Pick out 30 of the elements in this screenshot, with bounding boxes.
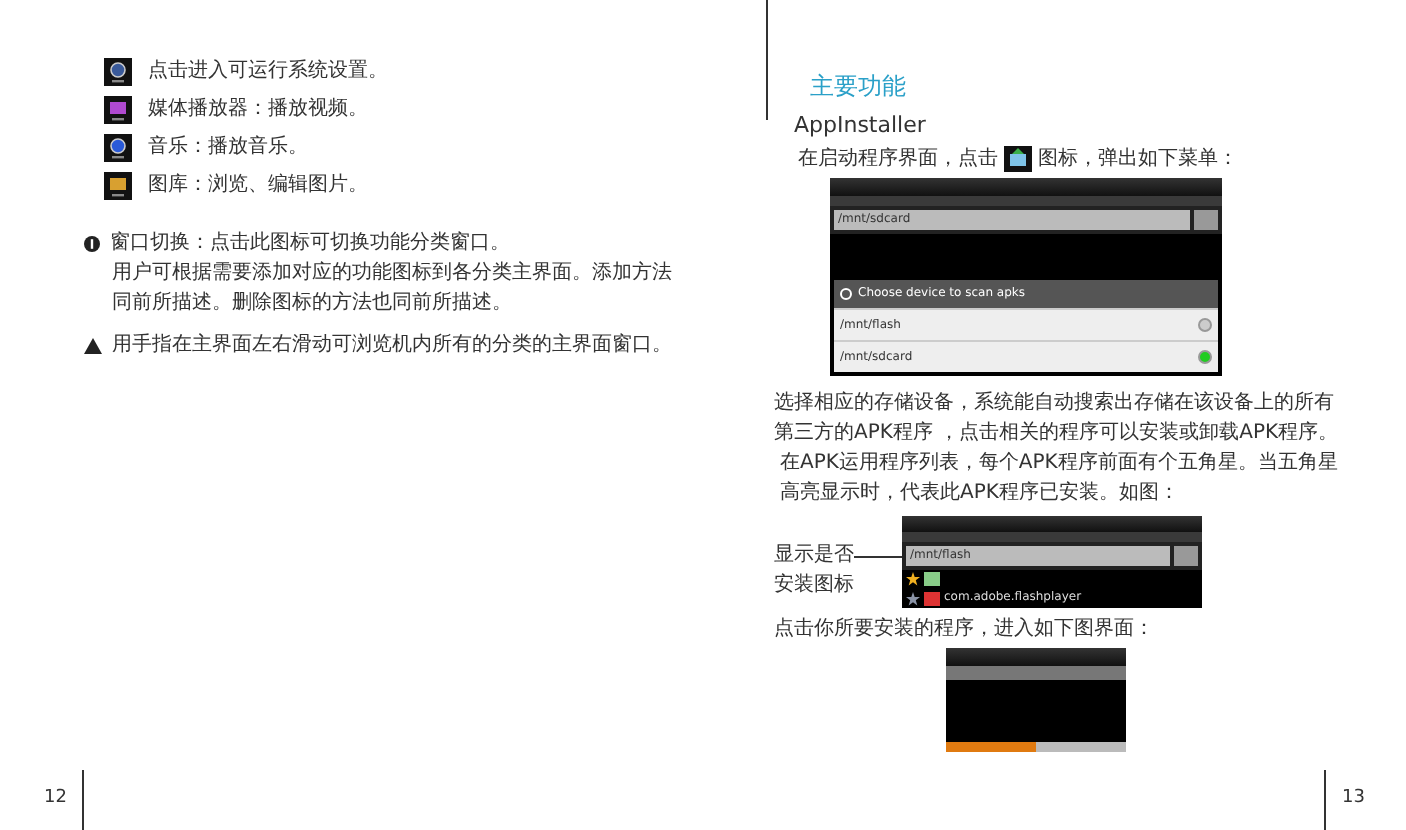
note-text: 用户可根据需要添加对应的功能图标到各分类主界面。添加方法 bbox=[110, 259, 674, 288]
item-description: 图库：浏览、编辑图片。 bbox=[148, 171, 368, 200]
app-icon bbox=[104, 57, 132, 85]
body-text: 高亮显示时，代表此APK程序已安装。如图： bbox=[778, 479, 1181, 508]
section-title: 主要功能 bbox=[810, 72, 908, 102]
note-text: 同前所描述。删除图标的方法也同前所描述。 bbox=[110, 289, 514, 318]
leader-line bbox=[854, 555, 902, 557]
app-icon bbox=[104, 95, 132, 123]
item-description: 音乐：播放音乐。 bbox=[148, 133, 308, 162]
callout-label: 显示是否 bbox=[774, 542, 854, 570]
body-text: 在APK运用程序列表，每个APK程序前面有个五角星。当五角星 bbox=[778, 449, 1340, 478]
note-text: 窗口切换：点击此图标可切换功能分类窗口。 bbox=[110, 229, 510, 258]
intro-text: 在启动程序界面，点击 bbox=[798, 145, 998, 174]
app-name: AppInstaller bbox=[794, 110, 928, 140]
app-icon bbox=[104, 171, 132, 199]
tip-text: 用手指在主界面左右滑动可浏览机内所有的分类的主界面窗口。 bbox=[112, 331, 672, 360]
page-number: 13 bbox=[1342, 786, 1365, 812]
callout-label: 安装图标 bbox=[774, 571, 854, 600]
info-icon bbox=[84, 235, 100, 251]
disc-icon bbox=[840, 288, 852, 300]
item-description: 点击进入可运行系统设置。 bbox=[148, 57, 388, 86]
item-description: 媒体播放器：播放视频。 bbox=[148, 95, 368, 124]
body-text: 选择相应的存储设备，系统能自动搜索出存储在该设备上的所有 bbox=[774, 389, 1336, 418]
page-number: 12 bbox=[44, 786, 67, 812]
installer-app-icon bbox=[1004, 146, 1032, 172]
warning-icon bbox=[84, 337, 102, 353]
body-text: 点击你所要安装的程序，进入如下图界面： bbox=[774, 615, 1156, 644]
intro-text: 图标，弹出如下菜单： bbox=[1038, 145, 1238, 174]
body-text: 第三方的APK程序 ，点击相关的程序可以安装或卸载APK程序。 bbox=[774, 419, 1341, 448]
app-icon bbox=[104, 133, 132, 161]
